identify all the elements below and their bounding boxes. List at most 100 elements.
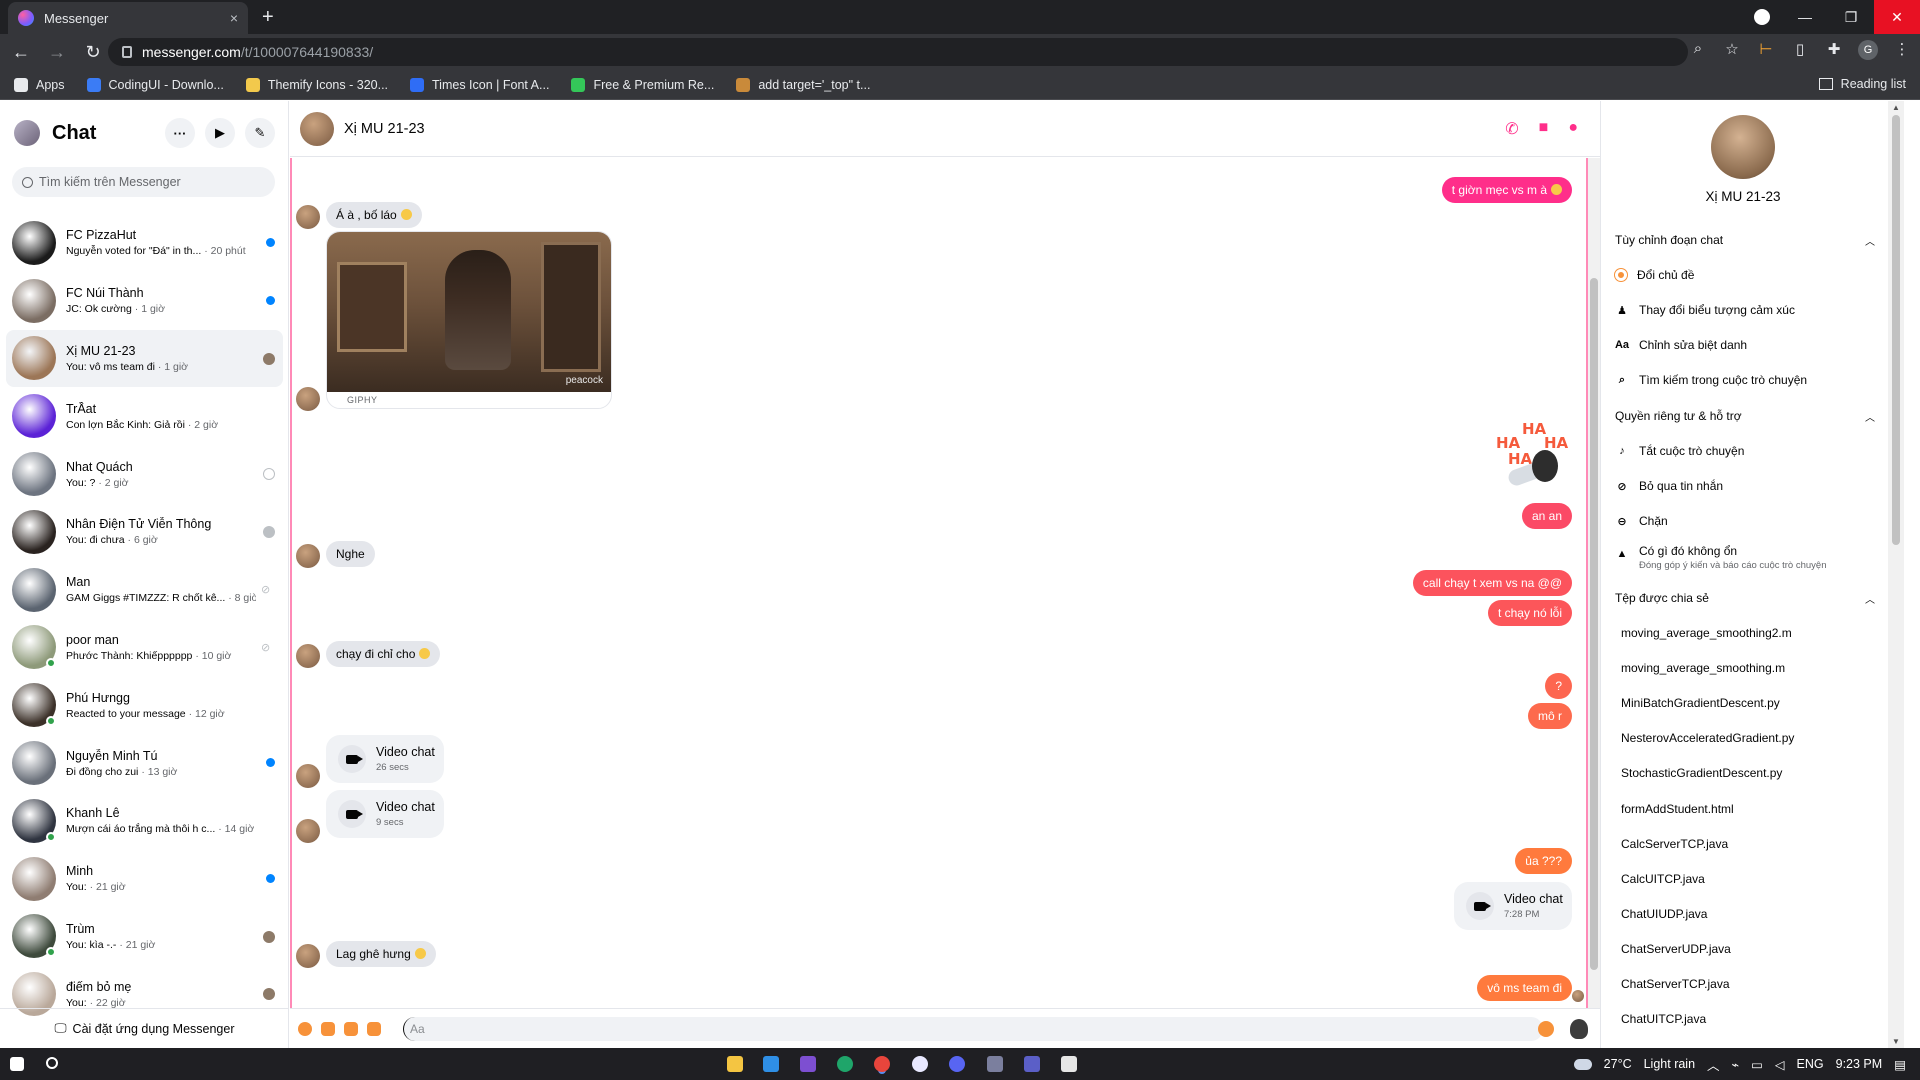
tray-chevron-icon[interactable]: ︿	[1707, 1055, 1720, 1074]
window-close-button[interactable]: ✕	[1874, 0, 1920, 34]
shared-file-item[interactable]: formAddStudent.html	[1621, 802, 1734, 816]
change-emoji-item[interactable]: ♟ Thay đổi biểu tượng cảm xúc	[1615, 303, 1795, 317]
shared-file-item[interactable]: moving_average_smoothing2.m	[1621, 626, 1792, 640]
browser-tab-messenger[interactable]: Messenger ×	[8, 2, 248, 34]
chat-avatar[interactable]	[300, 111, 334, 146]
shared-file-item[interactable]: MiniBatchGradientDescent.py	[1621, 696, 1780, 710]
volume-icon[interactable]: ◁	[1775, 1057, 1785, 1072]
file-explorer-icon[interactable]	[727, 1056, 743, 1072]
bookmark-item[interactable]: CodingUI - Downlo...	[86, 77, 224, 92]
shared-file-item[interactable]: ChatServerTCP.java	[1621, 977, 1730, 991]
profile-avatar[interactable]: G	[1858, 40, 1878, 60]
my-avatar[interactable]	[14, 120, 40, 146]
conversation-item[interactable]: Man GAM Giggs #TIMZZZ: R chốt kê... · 8 g…	[6, 561, 283, 619]
visual-studio-icon[interactable]	[800, 1056, 816, 1072]
change-theme-item[interactable]: Đổi chủ đề	[1615, 268, 1694, 282]
menu-kebab-icon[interactable]: ⋮	[1892, 40, 1912, 60]
battery-icon[interactable]: ▭	[1751, 1057, 1763, 1072]
address-bar[interactable]: messenger.com/t/100007644190833/	[108, 38, 1688, 66]
tab-close-button[interactable]: ×	[230, 10, 238, 26]
conversation-item[interactable]: Nhat Quách You: ? · 2 giờ	[6, 445, 283, 503]
message-outgoing[interactable]: vô ms team đi	[1477, 975, 1572, 1001]
shared-file-item[interactable]: ChatUIUDP.java	[1621, 907, 1707, 921]
notification-icon[interactable]: ▤	[1894, 1057, 1906, 1072]
new-message-button[interactable]: ✎	[245, 118, 275, 148]
windows-start-icon[interactable]	[10, 1057, 24, 1071]
ignore-item[interactable]: ⊘ Bỏ qua tin nhắn	[1615, 479, 1723, 493]
phone-call-icon[interactable]: ✆	[1505, 119, 1518, 139]
shared-file-item[interactable]: ChatUITCP.java	[1621, 1012, 1706, 1026]
sender-avatar[interactable]	[296, 819, 320, 843]
messenger-app-icon[interactable]	[912, 1056, 928, 1072]
shared-file-item[interactable]: StochasticGradientDescent.py	[1621, 766, 1782, 780]
sender-avatar[interactable]	[296, 544, 320, 568]
quick-reaction-icon[interactable]	[1570, 1019, 1588, 1039]
section-customize-header[interactable]: Tùy chỉnh đoạn chat ︿	[1615, 233, 1875, 248]
video-chat-record[interactable]: Video chat 26 secs	[326, 735, 444, 783]
clock[interactable]: 9:23 PM	[1836, 1057, 1883, 1071]
search-input[interactable]: Tìm kiếm trên Messenger	[12, 167, 275, 197]
minimize-button[interactable]: —	[1782, 0, 1828, 34]
gif-icon[interactable]	[367, 1021, 381, 1036]
mute-item[interactable]: ♪ Tắt cuộc trò chuyện	[1615, 444, 1744, 458]
section-privacy-header[interactable]: Quyền riêng tư & hỗ trợ ︿	[1615, 409, 1875, 424]
install-app-link[interactable]: 🖵 Cài đặt ứng dụng Messenger	[0, 1008, 289, 1048]
shared-file-item[interactable]: CalcUITCP.java	[1621, 872, 1705, 886]
more-actions-icon[interactable]	[298, 1021, 312, 1036]
app-icon[interactable]	[987, 1056, 1003, 1072]
message-outgoing[interactable]: mô r	[1528, 703, 1572, 729]
message-incoming[interactable]: Nghe	[326, 541, 375, 567]
bookmark-star-icon[interactable]: ☆	[1722, 40, 1742, 60]
scroll-down-arrow-icon[interactable]: ▼	[1892, 1037, 1900, 1046]
more-options-button[interactable]: ···	[165, 118, 195, 148]
new-tab-button[interactable]: +	[262, 6, 274, 29]
extension-icon[interactable]: ⊢	[1756, 40, 1776, 60]
search-in-chat-item[interactable]: ⌕ Tìm kiếm trong cuộc trò chuyện	[1615, 373, 1807, 387]
taskbar-search-icon[interactable]	[46, 1057, 58, 1069]
thread-scrollbar-thumb[interactable]	[1590, 278, 1598, 970]
haha-sticker[interactable]: HA HA HA HA	[1496, 420, 1572, 492]
block-item[interactable]: ⊖ Chặn	[1615, 514, 1667, 528]
thread-scrollbar[interactable]	[1588, 158, 1600, 1008]
message-outgoing[interactable]: an an	[1521, 503, 1572, 529]
network-icon[interactable]: ⌁	[1732, 1057, 1740, 1072]
back-button[interactable]: ←	[6, 42, 36, 63]
photo-icon[interactable]	[321, 1021, 335, 1036]
conversation-item[interactable]: Phú Hưngg Reacted to your message · 12 gi…	[6, 676, 283, 734]
conversation-item[interactable]: Trùm You: kìa -.- · 21 giờ	[6, 908, 283, 966]
sender-avatar[interactable]	[296, 644, 320, 668]
video-chat-record[interactable]: Video chat 9 secs	[326, 790, 444, 838]
sender-avatar[interactable]	[296, 387, 320, 411]
message-input[interactable]: Aa	[403, 1017, 1543, 1041]
message-outgoing[interactable]: t chạy nó lỗi	[1487, 600, 1572, 626]
chrome-icon[interactable]	[874, 1056, 890, 1072]
terminal-icon[interactable]	[1061, 1056, 1077, 1072]
reading-list-button[interactable]: Reading list	[1818, 77, 1906, 91]
info-panel-scrollbar-thumb[interactable]	[1892, 115, 1900, 545]
edge-icon[interactable]	[837, 1056, 853, 1072]
sender-avatar[interactable]	[296, 205, 320, 229]
shared-file-item[interactable]: ChatServerUDP.java	[1621, 942, 1731, 956]
message-outgoing[interactable]: ủa ???	[1515, 848, 1572, 874]
sender-avatar[interactable]	[296, 944, 320, 968]
conversation-item[interactable]: Nguyễn Minh Tú Đi đồng cho zui · 13 giờ	[6, 734, 283, 792]
section-files-header[interactable]: Tệp được chia sẻ ︿	[1615, 591, 1875, 606]
conversation-item[interactable]: Khanh Lê Mượn cái áo trắng mà thôi h c...…	[6, 792, 283, 850]
puzzle-icon[interactable]: ✚	[1824, 40, 1844, 60]
conversation-item[interactable]: TrẦat Con lợn Bắc Kinh: Giả rồi · 2 giờ	[6, 387, 283, 445]
report-item[interactable]: ▲ Có gì đó không ổn Đóng góp ý kiến và báo…	[1615, 544, 1827, 571]
scroll-up-arrow-icon[interactable]: ▲	[1892, 103, 1900, 112]
bookmark-item[interactable]: Times Icon | Font A...	[410, 77, 549, 92]
edit-nicknames-item[interactable]: Aa Chỉnh sửa biệt danh	[1615, 338, 1747, 352]
group-avatar[interactable]	[1711, 115, 1775, 179]
new-video-call-button[interactable]: ▶	[205, 118, 235, 148]
video-call-icon[interactable]: ■	[1539, 119, 1549, 139]
tab-search-icon[interactable]	[1754, 9, 1770, 25]
vscode-icon[interactable]	[763, 1056, 779, 1072]
sticker-icon[interactable]	[344, 1021, 358, 1036]
chat-title[interactable]: Xị MU 21-23	[344, 121, 425, 137]
emoji-picker-icon[interactable]	[1538, 1021, 1554, 1037]
gif-message[interactable]: peacock GIPHY	[326, 231, 612, 409]
conversation-item[interactable]: Xị MU 21-23 You: vô ms team đi · 1 giờ	[6, 329, 283, 388]
message-incoming[interactable]: Á à , bố láo	[326, 202, 422, 228]
